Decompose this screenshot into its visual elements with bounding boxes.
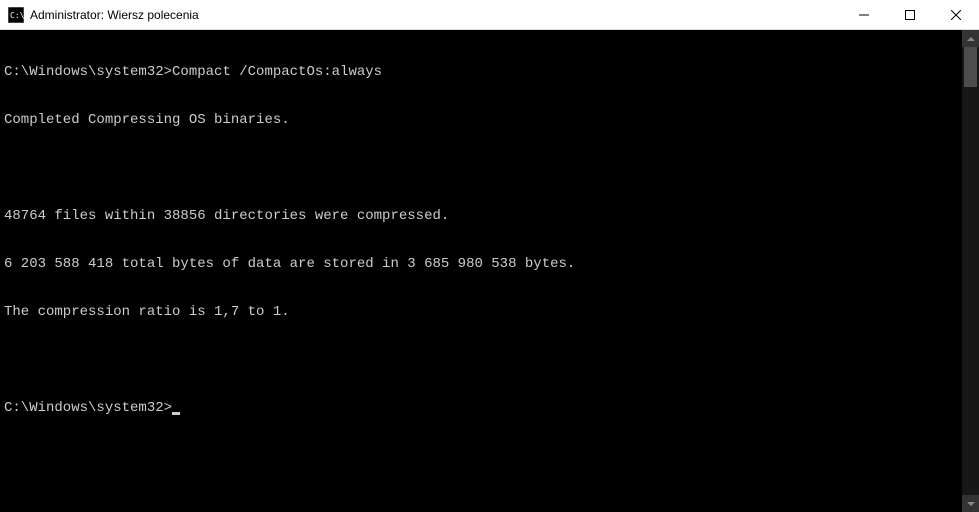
titlebar: C:\ Administrator: Wiersz polecenia xyxy=(0,0,979,30)
cmd-icon: C:\ xyxy=(8,7,24,23)
terminal-area: C:\Windows\system32>Compact /CompactOs:a… xyxy=(0,30,979,512)
prompt: C:\Windows\system32> xyxy=(4,400,172,416)
terminal-line: C:\Windows\system32>Compact /CompactOs:a… xyxy=(4,64,958,80)
terminal-line: Completed Compressing OS binaries. xyxy=(4,112,958,128)
command: Compact /CompactOs:always xyxy=(172,64,382,80)
chevron-down-icon xyxy=(967,502,975,506)
scroll-down-button[interactable] xyxy=(962,495,979,512)
terminal-line: C:\Windows\system32> xyxy=(4,400,958,416)
terminal-line xyxy=(4,352,958,368)
window-title: Administrator: Wiersz polecenia xyxy=(30,8,841,22)
terminal-content[interactable]: C:\Windows\system32>Compact /CompactOs:a… xyxy=(0,30,962,512)
minimize-button[interactable] xyxy=(841,0,887,29)
terminal-line: 6 203 588 418 total bytes of data are st… xyxy=(4,256,958,272)
maximize-button[interactable] xyxy=(887,0,933,29)
window-controls xyxy=(841,0,979,29)
scroll-up-button[interactable] xyxy=(962,30,979,47)
close-button[interactable] xyxy=(933,0,979,29)
svg-text:C:\: C:\ xyxy=(10,11,24,20)
terminal-line xyxy=(4,160,958,176)
prompt: C:\Windows\system32> xyxy=(4,64,172,80)
terminal-line: The compression ratio is 1,7 to 1. xyxy=(4,304,958,320)
terminal-line: 48764 files within 38856 directories wer… xyxy=(4,208,958,224)
chevron-up-icon xyxy=(967,37,975,41)
cursor xyxy=(172,412,180,415)
scroll-thumb[interactable] xyxy=(964,47,977,87)
scrollbar[interactable] xyxy=(962,30,979,512)
